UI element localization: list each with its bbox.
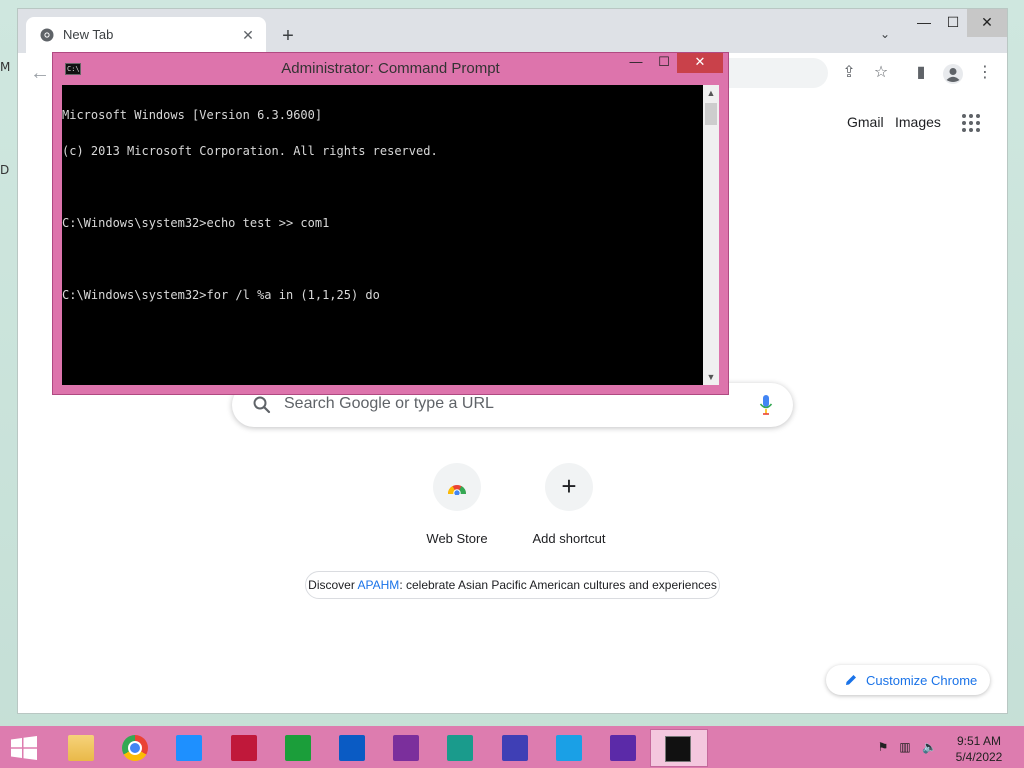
window-maximize-button[interactable]: ☐ — [938, 9, 968, 37]
xbox-games-icon — [284, 735, 311, 761]
action-center-flag-icon[interactable]: ⚑ — [876, 740, 890, 754]
window-close-button[interactable]: ✕ — [967, 9, 1007, 37]
menu-icon[interactable]: ⋮ — [974, 62, 996, 84]
taskbar-achievements-button[interactable] — [596, 729, 650, 767]
onedrive-icon — [339, 735, 365, 761]
shortcut-web-store[interactable]: Web Store — [401, 463, 513, 553]
tab-new-tab[interactable]: New Tab ✕ — [26, 17, 266, 53]
scroll-down-arrow-icon[interactable]: ▼ — [703, 369, 719, 385]
taskbar-command-prompt-button[interactable] — [650, 729, 709, 767]
window-minimize-button[interactable]: — — [909, 9, 939, 37]
tab-title: New Tab — [63, 27, 114, 42]
volume-muted-icon[interactable]: 🔈 — [922, 740, 937, 754]
taskbar: ⚑ ▥ 🔈 9:51 AM 5/4/2022 — [0, 726, 1024, 768]
file-explorer-icon — [68, 735, 94, 761]
customize-chrome-button[interactable]: Customize Chrome — [826, 665, 990, 695]
tab-search-chevron-icon[interactable]: ⌄ — [876, 27, 894, 45]
network-icon[interactable]: ▥ — [898, 740, 912, 754]
cmd-line — [62, 253, 703, 265]
settings-icon — [501, 735, 528, 761]
star-icon[interactable]: ☆ — [870, 62, 892, 84]
achievements-icon — [610, 735, 636, 761]
taskbar-file-explorer-button[interactable] — [54, 729, 108, 767]
taskbar-skype-button[interactable] — [542, 729, 596, 767]
back-arrow-icon[interactable]: ← — [30, 61, 54, 85]
cmd-title-bar[interactable]: C:\ Administrator: Command Prompt — ☐ ✕ — [53, 53, 728, 85]
clock-date: 5/4/2022 — [955, 750, 1003, 764]
command-prompt-icon — [665, 736, 692, 762]
food-drink-icon — [447, 735, 474, 761]
web-store-icon — [433, 463, 481, 511]
tab-strip: New Tab ✕ + ⌄ — ☐ ✕ — [18, 9, 1007, 53]
customize-chrome-label: Customize Chrome — [866, 673, 978, 688]
windows-start-icon[interactable] — [10, 736, 38, 760]
shortcut-label: Add shortcut — [532, 531, 606, 546]
taskbar-xbox-games-button[interactable] — [271, 729, 325, 767]
plus-icon: + — [545, 463, 593, 511]
tab-close-icon[interactable]: ✕ — [238, 25, 258, 45]
shortcut-add[interactable]: + Add shortcut — [513, 463, 625, 553]
cmd-maximize-button[interactable]: ☐ — [650, 53, 678, 73]
voice-search-mic-icon[interactable] — [759, 394, 773, 416]
skype-icon — [555, 735, 582, 761]
cmd-line: Microsoft Windows [Version 6.3.9600] — [62, 108, 323, 122]
taskbar-weather-button[interactable] — [162, 729, 216, 767]
chrome-favicon-icon — [40, 28, 54, 42]
onenote-icon — [393, 735, 420, 761]
clock-time: 9:51 AM — [956, 734, 1002, 748]
taskbar-settings-button[interactable] — [488, 729, 542, 767]
desktop-icon-label: M — [0, 60, 11, 74]
sidepanel-icon[interactable]: ▮ — [910, 62, 932, 84]
scroll-up-arrow-icon[interactable]: ▲ — [703, 85, 719, 101]
taskbar-clock[interactable]: 9:51 AM 5/4/2022 — [950, 733, 1008, 765]
system-tray: ⚑ ▥ 🔈 — [872, 740, 942, 756]
cmd-line: C:\Windows\system32>echo test >> com1 — [62, 216, 330, 230]
search-placeholder: Search Google or type a URL — [284, 395, 494, 412]
cmd-close-button[interactable]: ✕ — [677, 53, 723, 73]
cmd-line — [62, 181, 703, 193]
google-apps-grid-icon[interactable] — [962, 114, 982, 134]
cmd-line: C:\Windows\system32>for /l %a in (1,1,25… — [62, 288, 380, 302]
cmd-line: (c) 2013 Microsoft Corporation. All righ… — [62, 144, 438, 158]
shortcut-label: Web Store — [426, 531, 488, 546]
cmd-output: Microsoft Windows [Version 6.3.9600] (c)… — [62, 85, 703, 325]
profile-icon[interactable] — [942, 63, 964, 85]
search-icon — [253, 396, 271, 414]
desktop-icon-label: D — [0, 163, 10, 177]
pencil-icon — [846, 675, 856, 685]
share-icon[interactable]: ⇪ — [838, 62, 860, 84]
taskbar-video-button[interactable] — [217, 729, 271, 767]
promo-banner: Discover APAHM: celebrate Asian Pacific … — [305, 571, 720, 599]
taskbar-food-drink-button[interactable] — [433, 729, 487, 767]
weather-icon — [176, 735, 203, 761]
cmd-scrollbar[interactable]: ▲ ▼ — [703, 85, 719, 385]
cmd-minimize-button[interactable]: — — [622, 53, 650, 73]
cmd-console-area[interactable]: Microsoft Windows [Version 6.3.9600] (c)… — [62, 85, 703, 385]
taskbar-chrome-button[interactable] — [108, 729, 162, 767]
command-prompt-window: C:\ Administrator: Command Prompt — ☐ ✕ … — [52, 52, 729, 395]
gmail-link[interactable]: Gmail — [847, 114, 884, 130]
scroll-thumb[interactable] — [705, 103, 717, 125]
taskbar-onedrive-button[interactable] — [325, 729, 379, 767]
taskbar-onenote-button[interactable] — [379, 729, 433, 767]
chrome-icon — [122, 735, 149, 761]
images-link[interactable]: Images — [895, 114, 941, 130]
video-icon — [230, 735, 257, 761]
promo-link[interactable]: APAHM — [358, 578, 400, 592]
new-tab-button[interactable]: + — [276, 25, 300, 49]
